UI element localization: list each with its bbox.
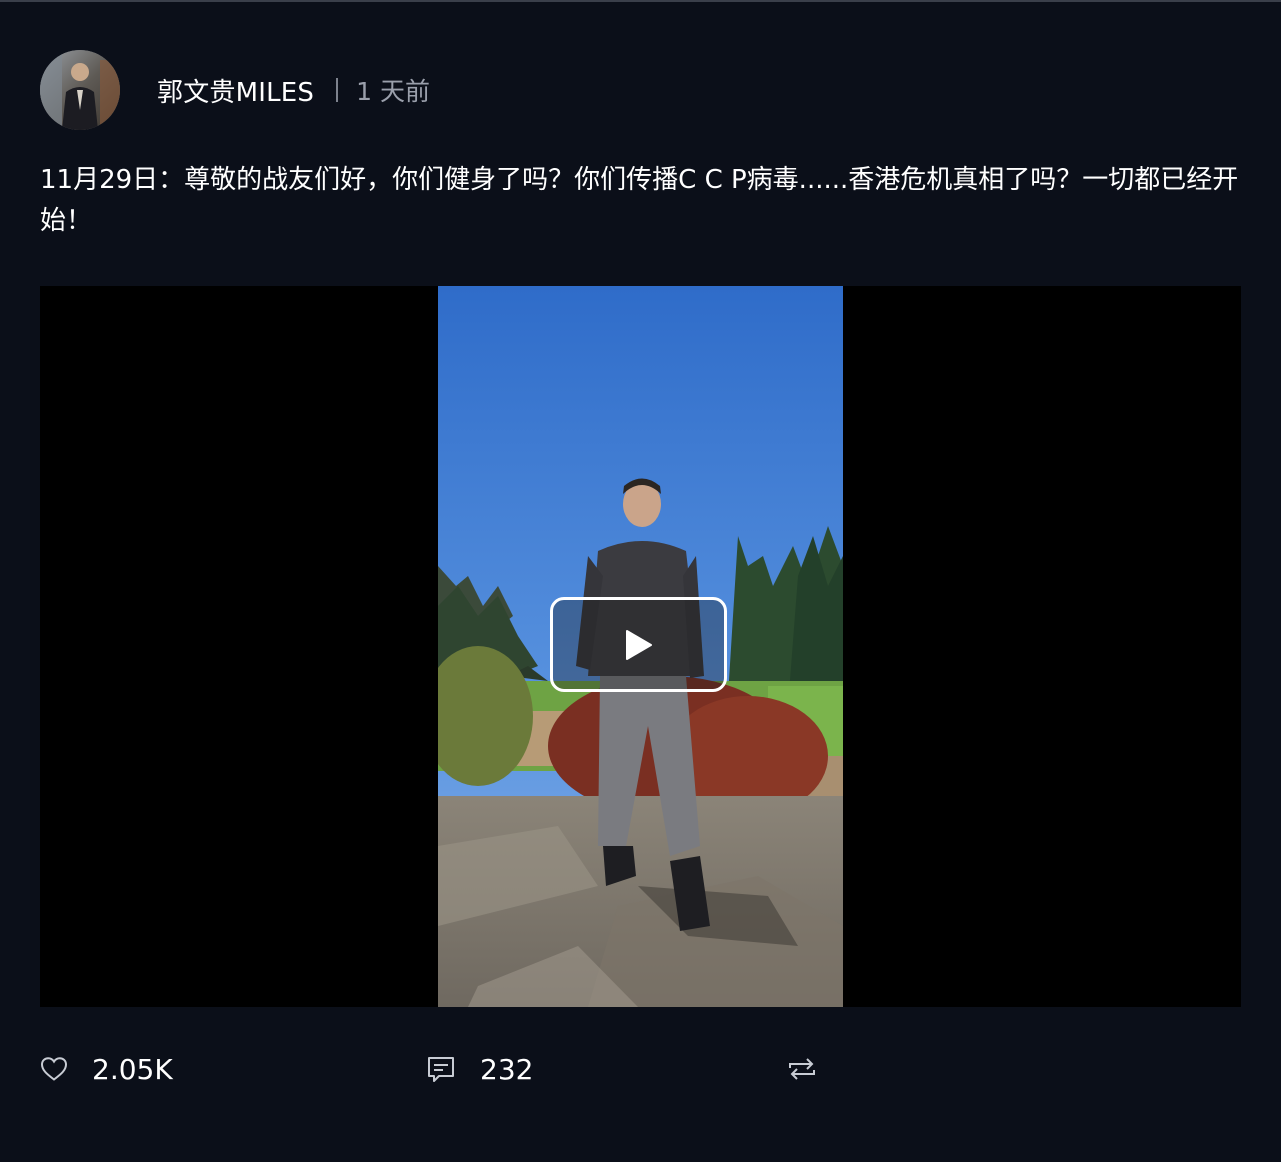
author-name[interactable]: 郭文贵MILES xyxy=(157,72,314,109)
post-header: 郭文贵MILES 1 天前 xyxy=(40,50,430,130)
header-separator xyxy=(336,78,339,102)
like-button[interactable]: 2.05K xyxy=(40,1046,173,1092)
comment-button[interactable]: 232 xyxy=(426,1046,533,1092)
video-player[interactable] xyxy=(40,286,1241,1007)
heart-icon xyxy=(40,1056,68,1082)
repost-icon xyxy=(786,1056,818,1082)
post-text: 11月29日：尊敬的战友们好，你们健身了吗？你们传播C C P病毒......香… xyxy=(40,165,1239,236)
like-count: 2.05K xyxy=(92,1052,173,1086)
avatar-image xyxy=(40,50,120,130)
play-button[interactable] xyxy=(550,597,727,692)
comment-icon xyxy=(426,1055,456,1083)
post-time: 1 天前 xyxy=(356,77,430,106)
play-icon xyxy=(625,629,652,660)
repost-button[interactable] xyxy=(786,1046,818,1092)
avatar[interactable] xyxy=(40,50,120,130)
top-border xyxy=(0,0,1281,2)
post-actions: 2.05K 232 xyxy=(40,1046,840,1092)
comment-count: 232 xyxy=(480,1052,534,1086)
